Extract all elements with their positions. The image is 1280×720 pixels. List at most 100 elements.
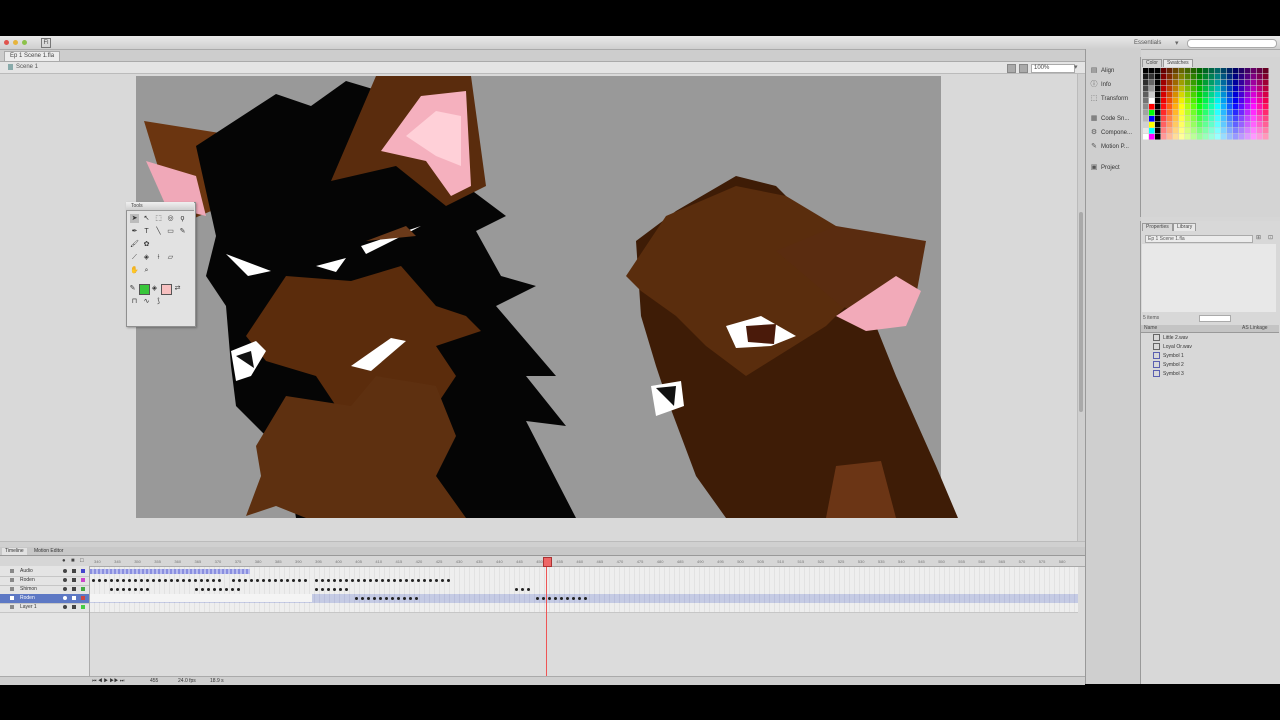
tab-swatches[interactable]: Swatches xyxy=(1163,59,1193,67)
color-swatch[interactable] xyxy=(1161,80,1167,86)
color-swatch[interactable] xyxy=(1185,80,1191,86)
color-swatch[interactable] xyxy=(1257,128,1263,134)
color-swatch[interactable] xyxy=(1227,116,1233,122)
color-swatch[interactable] xyxy=(1227,128,1233,134)
color-swatch[interactable] xyxy=(1161,110,1167,116)
color-swatch[interactable] xyxy=(1173,86,1179,92)
keyframe[interactable] xyxy=(373,597,376,600)
color-swatch[interactable] xyxy=(1185,110,1191,116)
keyframe[interactable] xyxy=(256,579,259,582)
library-item[interactable]: Symbol 3 xyxy=(1153,370,1184,378)
color-swatch[interactable] xyxy=(1263,122,1269,128)
color-swatch[interactable] xyxy=(1221,116,1227,122)
layer-lock-toggle-icon[interactable] xyxy=(72,569,76,573)
layer-outline-toggle-icon[interactable] xyxy=(81,587,85,591)
keyframe[interactable] xyxy=(116,579,119,582)
color-swatch[interactable] xyxy=(1239,74,1245,80)
color-swatch[interactable] xyxy=(1179,104,1185,110)
keyframe[interactable] xyxy=(182,579,185,582)
tab-color[interactable]: Color xyxy=(1142,59,1162,67)
keyframe[interactable] xyxy=(387,579,390,582)
color-swatch[interactable] xyxy=(1203,122,1209,128)
keyframe[interactable] xyxy=(298,579,301,582)
color-swatch[interactable] xyxy=(1209,80,1215,86)
color-swatch[interactable] xyxy=(1251,110,1257,116)
layer-name[interactable]: Layer 1 xyxy=(20,603,37,612)
color-swatch[interactable] xyxy=(1233,68,1239,74)
keyframe[interactable] xyxy=(152,579,155,582)
color-swatch[interactable] xyxy=(1245,134,1251,140)
color-swatch[interactable] xyxy=(1227,86,1233,92)
color-swatch[interactable] xyxy=(1191,92,1197,98)
color-swatch[interactable] xyxy=(1143,128,1149,134)
keyframe[interactable] xyxy=(393,579,396,582)
line-tool-icon[interactable]: ╲ xyxy=(154,227,163,236)
layer-outline-toggle-icon[interactable] xyxy=(81,569,85,573)
color-swatch[interactable] xyxy=(1149,104,1155,110)
keyframe[interactable] xyxy=(429,579,432,582)
color-swatch[interactable] xyxy=(1167,128,1173,134)
color-swatch[interactable] xyxy=(1257,110,1263,116)
color-swatch[interactable] xyxy=(1155,98,1161,104)
color-swatch[interactable] xyxy=(1155,74,1161,80)
color-swatch[interactable] xyxy=(1203,128,1209,134)
keyframe[interactable] xyxy=(578,597,581,600)
tab-timeline[interactable]: Timeline xyxy=(2,548,27,555)
layer-lock-toggle-icon[interactable] xyxy=(72,578,76,582)
color-swatch[interactable] xyxy=(1203,104,1209,110)
library-item[interactable]: Symbol 1 xyxy=(1153,352,1184,360)
color-swatch[interactable] xyxy=(1203,74,1209,80)
color-swatch[interactable] xyxy=(1215,104,1221,110)
keyframe[interactable] xyxy=(140,579,143,582)
color-swatch[interactable] xyxy=(1245,92,1251,98)
color-swatch[interactable] xyxy=(1251,116,1257,122)
color-swatch[interactable] xyxy=(1161,74,1167,80)
color-swatch[interactable] xyxy=(1155,116,1161,122)
color-swatch[interactable] xyxy=(1179,128,1185,134)
brush-tool-icon[interactable]: 🖌 xyxy=(130,240,139,249)
color-swatch[interactable] xyxy=(1215,122,1221,128)
color-swatch[interactable] xyxy=(1215,68,1221,74)
color-swatch[interactable] xyxy=(1245,128,1251,134)
keyframe[interactable] xyxy=(333,579,336,582)
color-swatch[interactable] xyxy=(1215,134,1221,140)
edit-symbol-icon[interactable] xyxy=(1019,64,1028,73)
keyframe[interactable] xyxy=(195,588,198,591)
color-swatch[interactable] xyxy=(1245,104,1251,110)
hand-tool-icon[interactable]: ✋ xyxy=(130,266,139,275)
color-swatch[interactable] xyxy=(1221,68,1227,74)
keyframe[interactable] xyxy=(212,579,215,582)
color-swatch[interactable] xyxy=(1167,80,1173,86)
color-swatch[interactable] xyxy=(1233,98,1239,104)
keyframe[interactable] xyxy=(110,579,113,582)
keyframe[interactable] xyxy=(200,579,203,582)
color-swatch[interactable] xyxy=(1191,128,1197,134)
color-swatch[interactable] xyxy=(1149,116,1155,122)
color-swatch[interactable] xyxy=(1197,128,1203,134)
color-swatch[interactable] xyxy=(1245,80,1251,86)
color-swatch[interactable] xyxy=(1143,92,1149,98)
color-swatch[interactable] xyxy=(1239,68,1245,74)
color-swatch[interactable] xyxy=(1149,98,1155,104)
color-swatch[interactable] xyxy=(1257,122,1263,128)
color-swatch[interactable] xyxy=(1149,122,1155,128)
keyframe[interactable] xyxy=(286,579,289,582)
color-swatch[interactable] xyxy=(1155,86,1161,92)
keyframe[interactable] xyxy=(158,579,161,582)
keyframe[interactable] xyxy=(232,579,235,582)
color-swatch[interactable] xyxy=(1143,116,1149,122)
lock-icon[interactable]: ■ xyxy=(71,558,75,564)
color-swatch[interactable] xyxy=(1221,80,1227,86)
timeline-layer[interactable]: Layer 1 xyxy=(0,603,89,613)
color-swatch[interactable] xyxy=(1173,80,1179,86)
color-swatch[interactable] xyxy=(1239,98,1245,104)
color-swatch[interactable] xyxy=(1215,86,1221,92)
layer-lock-toggle-icon[interactable] xyxy=(72,596,76,600)
color-swatch[interactable] xyxy=(1251,92,1257,98)
color-swatch[interactable] xyxy=(1221,98,1227,104)
keyframe[interactable] xyxy=(238,579,241,582)
frame-span[interactable] xyxy=(90,594,312,602)
color-swatch[interactable] xyxy=(1233,86,1239,92)
color-swatch[interactable] xyxy=(1203,80,1209,86)
color-swatch[interactable] xyxy=(1185,116,1191,122)
